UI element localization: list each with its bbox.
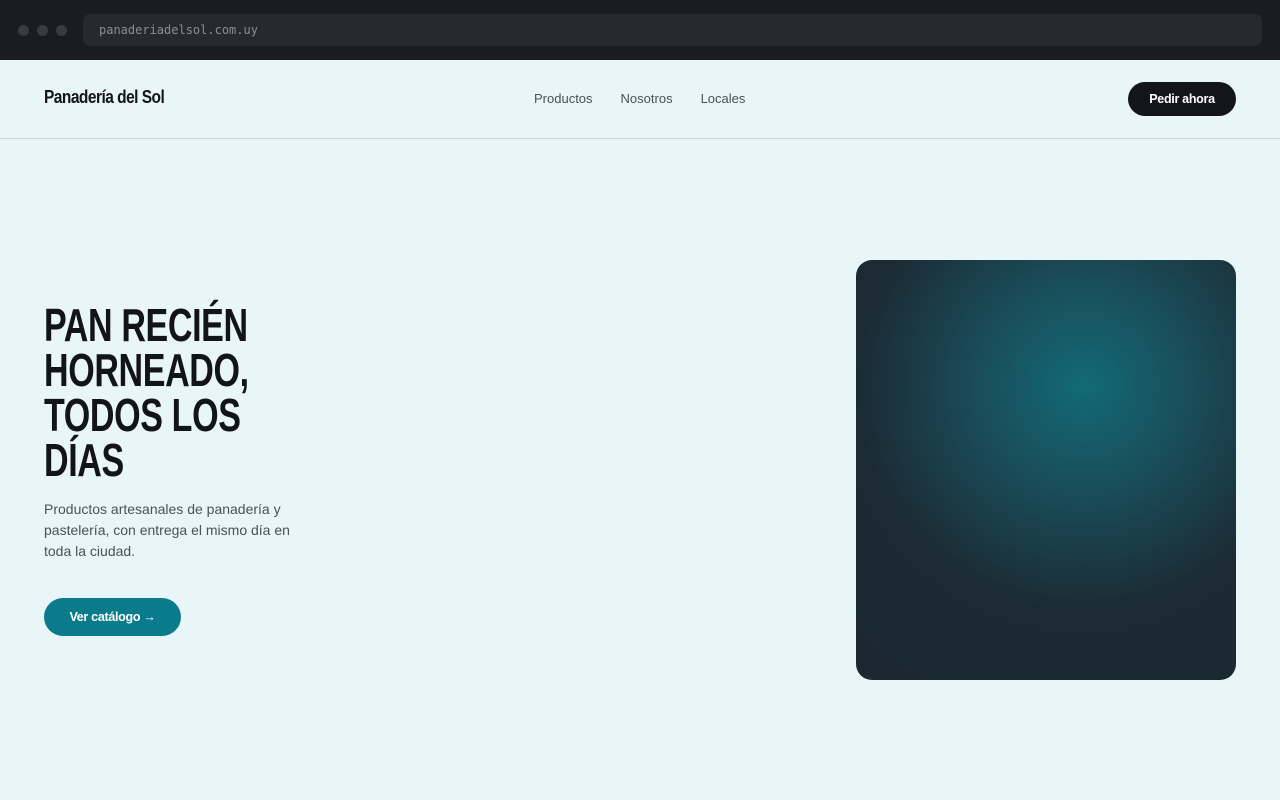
hero-image (856, 260, 1236, 680)
site-header: Panadería del Sol Productos Nosotros Loc… (0, 60, 1280, 139)
hero-title-line: PAN RECIÉN (44, 299, 248, 351)
window-close-dot[interactable] (18, 25, 29, 36)
hero-title-line: HORNEADO, (44, 344, 249, 396)
nav-link-productos[interactable]: Productos (534, 91, 593, 106)
nav-link-locales[interactable]: Locales (701, 91, 746, 106)
hero-title-line: TODOS LOS (44, 389, 241, 441)
site-logo[interactable]: Panadería del Sol (44, 87, 165, 108)
hero-title-line: DÍAS (44, 434, 124, 486)
view-catalog-button[interactable]: Ver catálogo → (44, 598, 181, 636)
main-nav: Productos Nosotros Locales (534, 91, 745, 106)
nav-link-nosotros[interactable]: Nosotros (621, 91, 673, 106)
window-maximize-dot[interactable] (56, 25, 67, 36)
browser-bar: panaderiadelsol.com.uy (0, 0, 1280, 60)
hero-title: PAN RECIÉN HORNEADO, TODOS LOS DÍAS (44, 299, 266, 486)
window-minimize-dot[interactable] (37, 25, 48, 36)
hero-description: Productos artesanales de panadería y pas… (44, 501, 290, 559)
address-bar[interactable]: panaderiadelsol.com.uy (83, 14, 1262, 46)
order-now-button[interactable]: Pedir ahora (1128, 82, 1236, 116)
